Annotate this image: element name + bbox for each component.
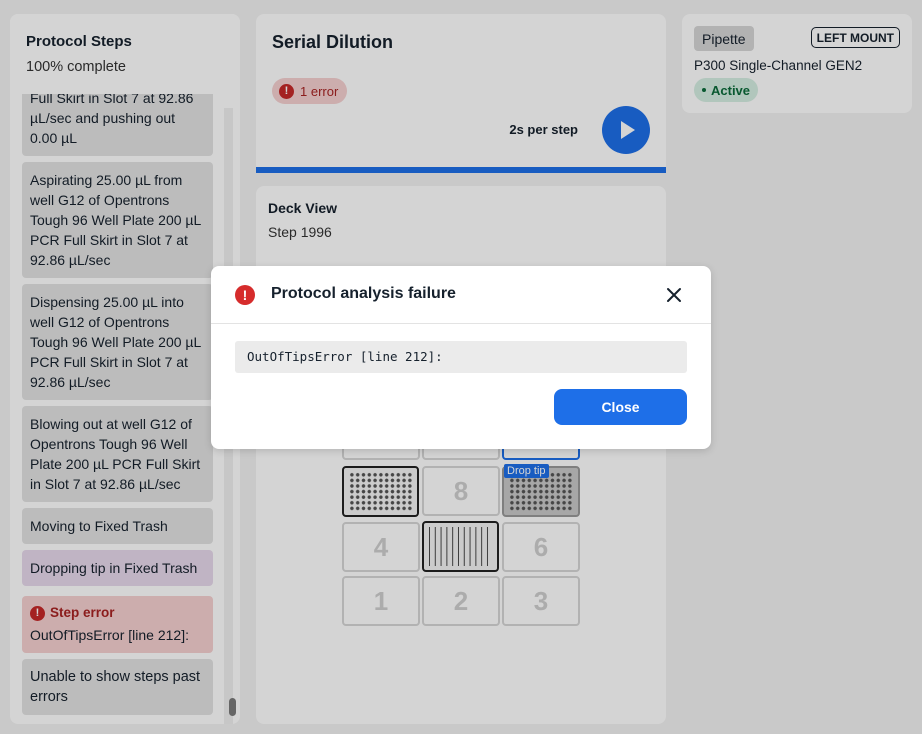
- modal-header: ! Protocol analysis failure: [211, 266, 711, 324]
- error-icon: !: [235, 285, 255, 305]
- close-button[interactable]: Close: [554, 389, 687, 425]
- close-icon[interactable]: [663, 284, 685, 306]
- modal-title: Protocol analysis failure: [271, 285, 456, 302]
- error-code-block: OutOfTipsError [line 212]:: [235, 341, 687, 373]
- analysis-failure-modal: ! Protocol analysis failure OutOfTipsErr…: [211, 266, 711, 449]
